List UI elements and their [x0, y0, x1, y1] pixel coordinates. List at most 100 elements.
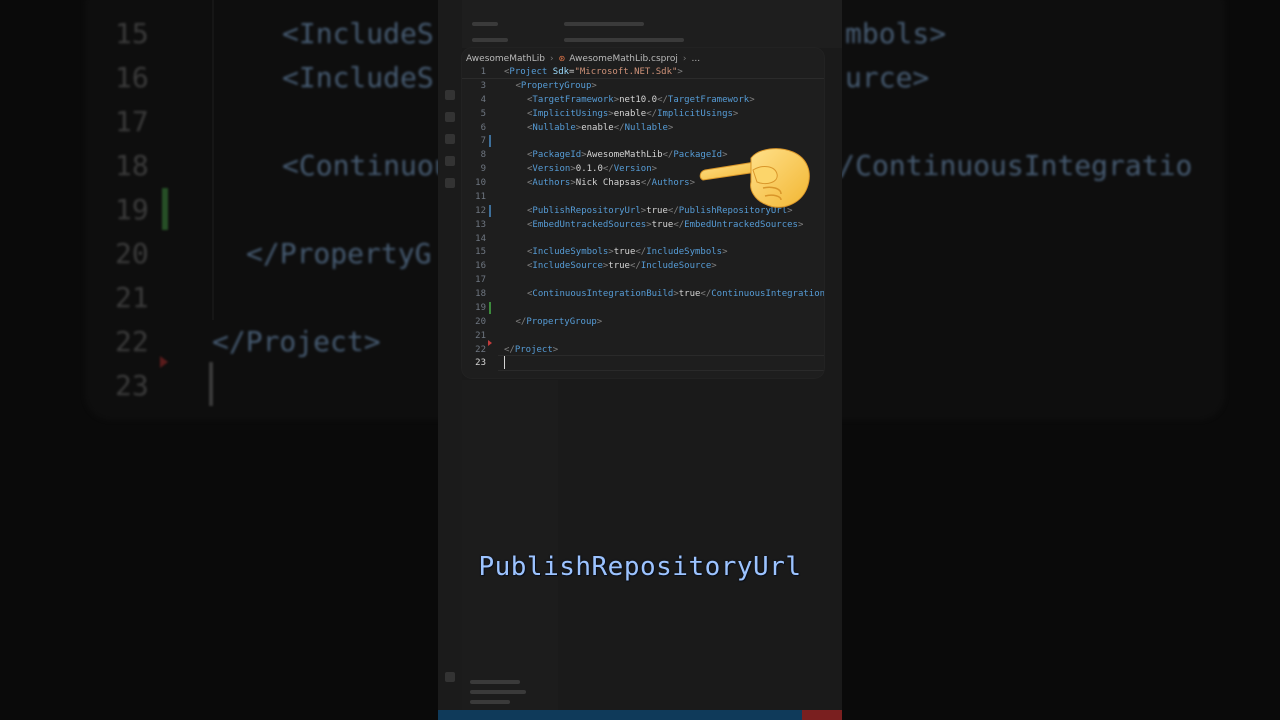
- xml-attribute: Sdk: [552, 67, 570, 77]
- xml-tag: Authors: [532, 178, 571, 189]
- xml-value: true: [646, 205, 668, 216]
- bracket: </: [515, 316, 527, 327]
- bracket: </: [700, 289, 712, 300]
- xml-value: net10.0: [619, 94, 658, 105]
- bracket: >: [677, 67, 683, 77]
- xml-tag: TargetFramework: [532, 94, 614, 105]
- code-text: <TargetFramework>net10.0</TargetFramewor…: [527, 93, 755, 107]
- xml-value: true: [678, 289, 701, 300]
- breadcrumb-separator: ›: [549, 54, 554, 64]
- xml-tag: IncludeSource: [532, 261, 603, 272]
- bracket: </: [602, 164, 614, 175]
- xml-tag: IncludeSymbols: [532, 247, 609, 258]
- extensions-icon[interactable]: [445, 178, 455, 188]
- line-number: 13: [475, 219, 486, 230]
- code-line[interactable]: 3 <PropertyGroup>: [462, 79, 824, 93]
- xml-string: "Microsoft.NET.Sdk": [574, 67, 678, 77]
- text-caret: [504, 356, 505, 370]
- rss-icon: ⊛: [558, 54, 566, 63]
- line-number: 11: [475, 191, 486, 202]
- code-line[interactable]: 20 </PropertyGroup>: [462, 315, 824, 329]
- code-line[interactable]: 18 <ContinuousIntegrationBuild>true</Cont…: [462, 287, 824, 301]
- bracket: >: [552, 344, 559, 355]
- code-line[interactable]: 5 <ImplicitUsings>enable</ImplicitUsings>: [462, 107, 824, 121]
- line-number: 16: [475, 261, 486, 272]
- xml-tag: ContinuousIntegrationBuild: [711, 289, 824, 300]
- line-number: 8: [480, 150, 486, 161]
- xml-tag: ContinuousIntegrationBuild: [532, 289, 674, 300]
- xml-tag: Version: [613, 164, 652, 175]
- account-icon[interactable]: [445, 672, 455, 682]
- activity-bar: [438, 0, 462, 720]
- xml-tag: ImplicitUsings: [657, 108, 733, 119]
- xml-value: true: [651, 219, 674, 230]
- line-number: 6: [480, 122, 486, 133]
- code-text: <ImplicitUsings>enable</ImplicitUsings>: [527, 107, 738, 121]
- xml-tag: Project: [509, 67, 548, 77]
- breadcrumb-folder[interactable]: AwesomeMathLib: [466, 54, 545, 64]
- code-text: <PropertyGroup>: [516, 79, 597, 93]
- bracket: </: [646, 108, 658, 119]
- line-number: 14: [475, 233, 486, 244]
- bracket: >: [711, 261, 717, 272]
- breadcrumb-separator: ›: [682, 54, 687, 64]
- code-line[interactable]: 6 <Nullable>enable</Nullable>: [462, 121, 824, 135]
- search-icon[interactable]: [445, 112, 455, 122]
- gutter-modified-mark[interactable]: [489, 204, 491, 217]
- current-line-highlight: [498, 355, 824, 372]
- bracket: </: [667, 205, 679, 216]
- code-line[interactable]: 19: [462, 301, 824, 315]
- code-line[interactable]: 16 <IncludeSource>true</IncludeSource>: [462, 259, 824, 273]
- code-line[interactable]: 17: [462, 273, 824, 287]
- xml-value: AwesomeMathLib: [586, 150, 663, 161]
- code-text: <Authors>Nick Chapsas</Authors>: [527, 176, 695, 190]
- line-number: 22: [475, 344, 486, 355]
- xml-value: true: [608, 261, 630, 272]
- bracket: </: [662, 150, 674, 161]
- line-number: 5: [480, 108, 486, 119]
- code-line[interactable]: 14: [462, 232, 824, 246]
- bracket: </: [613, 122, 625, 133]
- bracket: </: [635, 247, 647, 258]
- xml-value: enable: [581, 122, 614, 133]
- bracket: >: [722, 247, 728, 258]
- side-panel: [462, 380, 558, 710]
- code-line[interactable]: 4 <TargetFramework>net10.0</TargetFramewo…: [462, 93, 824, 107]
- source-control-icon[interactable]: [445, 134, 455, 144]
- code-line[interactable]: 23: [462, 355, 824, 372]
- line-number: 7: [480, 136, 486, 147]
- explorer-icon[interactable]: [445, 90, 455, 100]
- code-text: <ContinuousIntegrationBuild>true</Contin…: [527, 287, 824, 301]
- xml-tag: TargetFramework: [667, 94, 750, 105]
- xml-tag: ImplicitUsings: [532, 108, 609, 119]
- code-text: <Nullable>enable</Nullable>: [527, 121, 673, 135]
- line-number: 15: [475, 247, 486, 258]
- xml-tag: Version: [532, 164, 571, 175]
- status-bar-error-indicator[interactable]: [802, 710, 842, 720]
- xml-value: Nick Chapsas: [575, 178, 641, 189]
- code-line[interactable]: 1 <Project Sdk="Microsoft.NET.Sdk">: [462, 65, 824, 79]
- xml-tag: IncludeSymbols: [646, 247, 723, 258]
- code-line[interactable]: 21: [462, 329, 824, 343]
- xml-tag: IncludeSource: [640, 261, 712, 272]
- bracket: </: [657, 94, 668, 105]
- line-number: 4: [480, 94, 486, 105]
- bracket: >: [689, 178, 696, 189]
- gutter-modified-mark[interactable]: [489, 135, 491, 148]
- run-debug-icon[interactable]: [445, 156, 455, 166]
- xml-tag: Authors: [651, 178, 690, 189]
- video-caption: PublishRepositoryUrl: [478, 552, 802, 582]
- xml-tag: PropertyGroup: [526, 316, 597, 327]
- gutter-added-mark[interactable]: [489, 301, 491, 314]
- bracket: </: [640, 178, 652, 189]
- code-line[interactable]: 15 <IncludeSymbols>true</IncludeSymbols>: [462, 245, 824, 259]
- window-tab-bar: [438, 0, 842, 48]
- breadcrumb-file[interactable]: AwesomeMathLib.csproj: [569, 54, 678, 64]
- xml-tag: PropertyGroup: [520, 80, 592, 91]
- gutter-deleted-mark[interactable]: [488, 339, 492, 346]
- line-number: 19: [475, 302, 486, 313]
- code-text: <Project Sdk="Microsoft.NET.Sdk">: [504, 65, 683, 79]
- bracket: >: [596, 316, 603, 327]
- line-number: 23: [475, 358, 486, 369]
- breadcrumb-ellipsis[interactable]: ...: [692, 54, 701, 64]
